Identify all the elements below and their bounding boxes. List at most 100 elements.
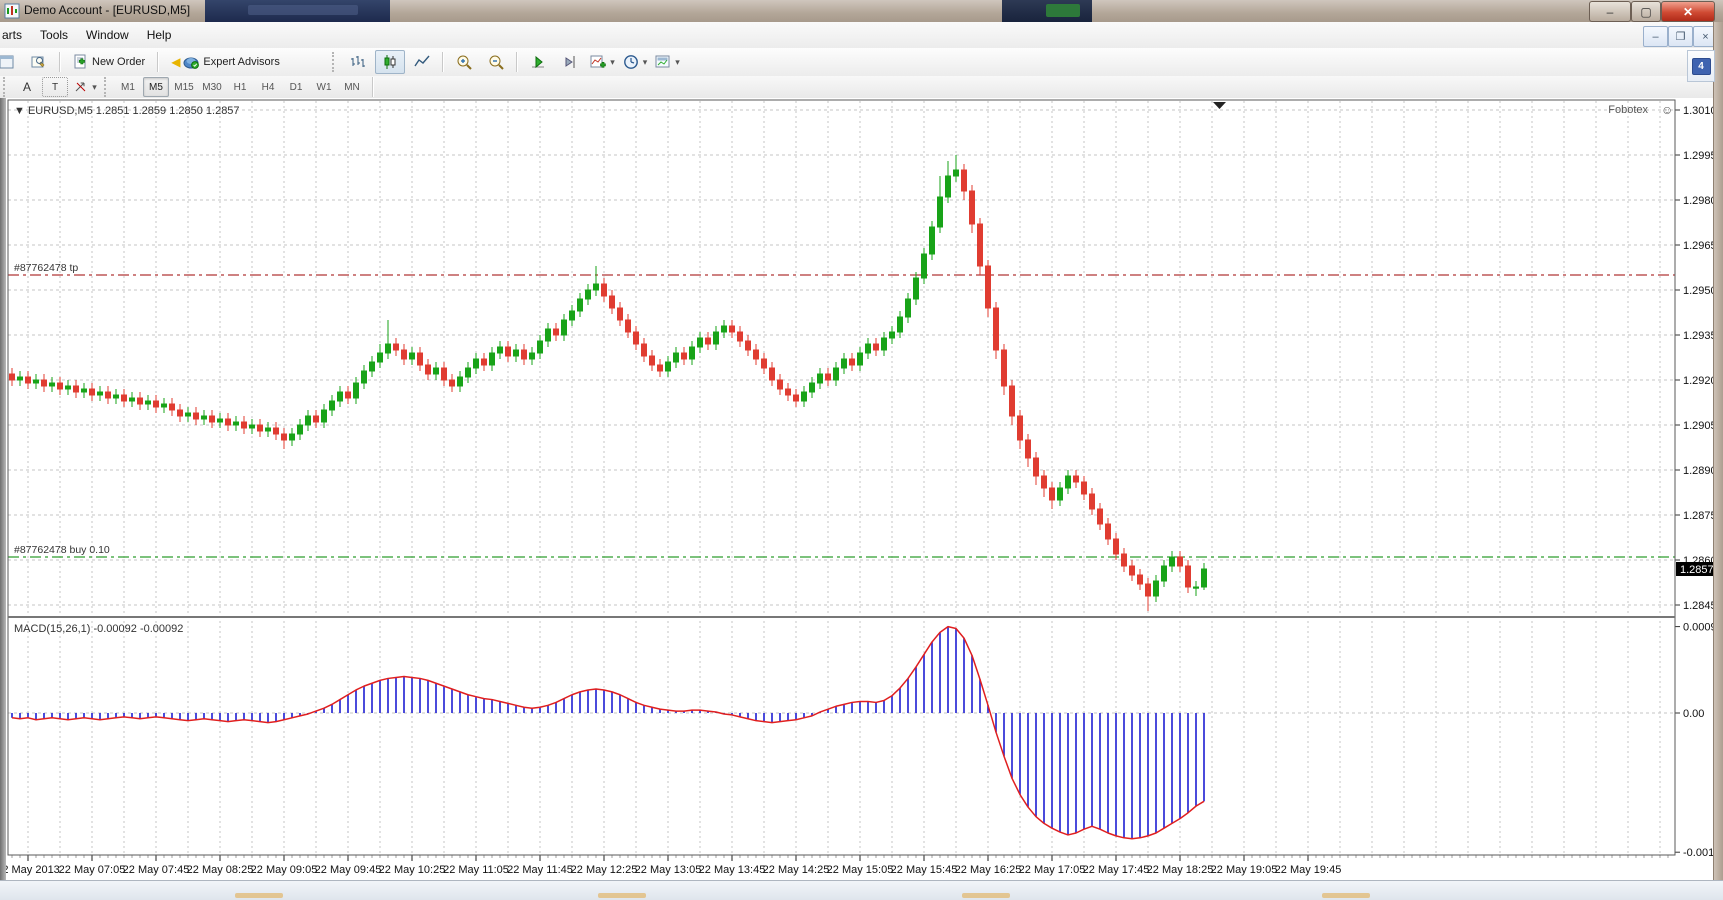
- candle-body: [146, 401, 151, 404]
- candle-body: [394, 344, 399, 350]
- candle-body: [858, 353, 863, 365]
- candle-body: [250, 425, 255, 428]
- templates-button[interactable]: ▾: [652, 50, 683, 74]
- window-title: Demo Account - [EURUSD,M5]: [24, 3, 190, 17]
- time-axis-label: 22 May 11:45: [507, 864, 573, 876]
- timeframe-h4-button[interactable]: H4: [255, 77, 281, 97]
- candle-body: [1042, 476, 1047, 488]
- menu-item-tools[interactable]: Tools: [31, 25, 77, 45]
- line-chart-button[interactable]: [407, 50, 437, 74]
- candle-body: [930, 227, 935, 254]
- time-axis-label: 22 May 19:05: [1211, 864, 1278, 876]
- candle-body: [578, 299, 583, 311]
- timeframe-w1-button[interactable]: W1: [311, 77, 337, 97]
- price-axis-label: 1.2845: [1683, 600, 1717, 612]
- time-axis-label: 22 May 07:05: [59, 864, 126, 876]
- time-axis-label: 22 May 19:45: [1275, 864, 1342, 876]
- market-watch-button[interactable]: [0, 50, 22, 74]
- timeframe-h1-button[interactable]: H1: [227, 77, 253, 97]
- timeframe-m5-button[interactable]: M5: [143, 77, 169, 97]
- chart-shift-marker-icon[interactable]: [1213, 102, 1226, 109]
- price-axis-label: 1.2995: [1683, 150, 1717, 162]
- chart-shift-button[interactable]: [555, 50, 585, 74]
- candle-body: [666, 362, 671, 371]
- child-minimize-button[interactable]: –: [1643, 26, 1668, 47]
- candle-body: [794, 395, 799, 401]
- candle-body: [970, 191, 975, 224]
- candle-body: [1194, 587, 1199, 588]
- candle-body: [946, 176, 951, 197]
- candle-body: [42, 380, 47, 386]
- dropdown-caret-icon: ▾: [643, 57, 648, 68]
- arrows-tool-button[interactable]: ▾: [70, 77, 100, 97]
- candle-body: [1146, 584, 1151, 596]
- legend-marker-icon: ▼: [14, 105, 25, 117]
- auto-scroll-button[interactable]: [523, 50, 553, 74]
- time-axis-label: 22 May 08:25: [187, 864, 254, 876]
- window-right-border: [1713, 22, 1723, 880]
- candle-body: [778, 380, 783, 389]
- text-tool-button[interactable]: A: [14, 77, 40, 97]
- label-tool-button[interactable]: T: [42, 77, 68, 97]
- candle-body: [1170, 557, 1175, 566]
- indicators-button[interactable]: ▾: [587, 50, 618, 74]
- taskbar-fragment: [962, 893, 1010, 898]
- zoom-in-button[interactable]: [449, 50, 479, 74]
- minimize-button[interactable]: –: [1589, 1, 1631, 22]
- close-button[interactable]: ✕: [1661, 1, 1715, 22]
- new-order-label: New Order: [92, 56, 145, 68]
- candlestick-chart-button[interactable]: [375, 50, 405, 74]
- child-restore-button[interactable]: ❐: [1668, 26, 1693, 47]
- new-order-button[interactable]: New Order: [66, 50, 152, 74]
- macd-signal-line: [12, 627, 1204, 839]
- time-axis-label: 22 May 17:05: [1019, 864, 1086, 876]
- notification-badge: 4: [1692, 58, 1711, 75]
- zoom-out-button[interactable]: [481, 50, 511, 74]
- notification-button[interactable]: 4: [1687, 50, 1715, 82]
- candle-body: [10, 374, 15, 380]
- indicators-icon: [590, 54, 606, 70]
- candle-body: [258, 425, 263, 431]
- candle-body: [994, 308, 999, 350]
- candle-body: [842, 359, 847, 368]
- candle-body: [74, 386, 79, 392]
- data-window-button[interactable]: [24, 50, 54, 74]
- candle-body: [906, 299, 911, 317]
- toolbar-grip[interactable]: [332, 52, 339, 72]
- time-axis-label: 22 May 09:45: [315, 864, 382, 876]
- toolbar-grip[interactable]: [3, 77, 10, 97]
- timeframe-m1-button[interactable]: M1: [115, 77, 141, 97]
- time-axis-label: 22 May 16:25: [955, 864, 1022, 876]
- maximize-button[interactable]: ▢: [1631, 1, 1661, 22]
- take-profit-label: #87762478 tp: [14, 262, 78, 274]
- candle-body: [330, 401, 335, 410]
- chart-area[interactable]: 1.30101.29951.29801.29651.29501.29351.29…: [0, 98, 1723, 880]
- toolbar-grip[interactable]: [104, 77, 111, 97]
- periods-button[interactable]: ▾: [620, 50, 651, 74]
- candle-body: [162, 404, 167, 407]
- taskbar-fragment: [235, 893, 283, 898]
- menu-item-window[interactable]: Window: [77, 25, 138, 45]
- candle-body: [1154, 581, 1159, 596]
- price-axis-label: 1.2920: [1683, 375, 1717, 387]
- background-window-fragment: [248, 5, 358, 15]
- timeframe-m30-button[interactable]: M30: [199, 77, 225, 97]
- candle-body: [298, 425, 303, 434]
- time-axis-label: 22 May 10:25: [379, 864, 446, 876]
- window-titlebar[interactable]: Demo Account - [EURUSD,M5] – ▢ ✕: [0, 0, 1723, 23]
- time-axis-label: 22 May 13:05: [635, 864, 702, 876]
- data-window-icon: [31, 54, 47, 70]
- timeframe-mn-button[interactable]: MN: [339, 77, 365, 97]
- menu-item-charts[interactable]: arts: [0, 25, 31, 45]
- menu-bar: arts Tools Window Help: [0, 22, 1723, 49]
- auto-scroll-icon: [530, 54, 546, 70]
- candle-body: [210, 416, 215, 422]
- expert-advisors-button[interactable]: ◀ Expert Advisors: [164, 50, 328, 74]
- timeframe-d1-button[interactable]: D1: [283, 77, 309, 97]
- timeframe-m15-button[interactable]: M15: [171, 77, 197, 97]
- time-axis-label: 22 May 15:45: [891, 864, 958, 876]
- menu-item-help[interactable]: Help: [138, 25, 181, 45]
- candle-body: [122, 395, 127, 401]
- bar-chart-button[interactable]: [343, 50, 373, 74]
- macd-axis-label: 0.0009: [1683, 622, 1717, 634]
